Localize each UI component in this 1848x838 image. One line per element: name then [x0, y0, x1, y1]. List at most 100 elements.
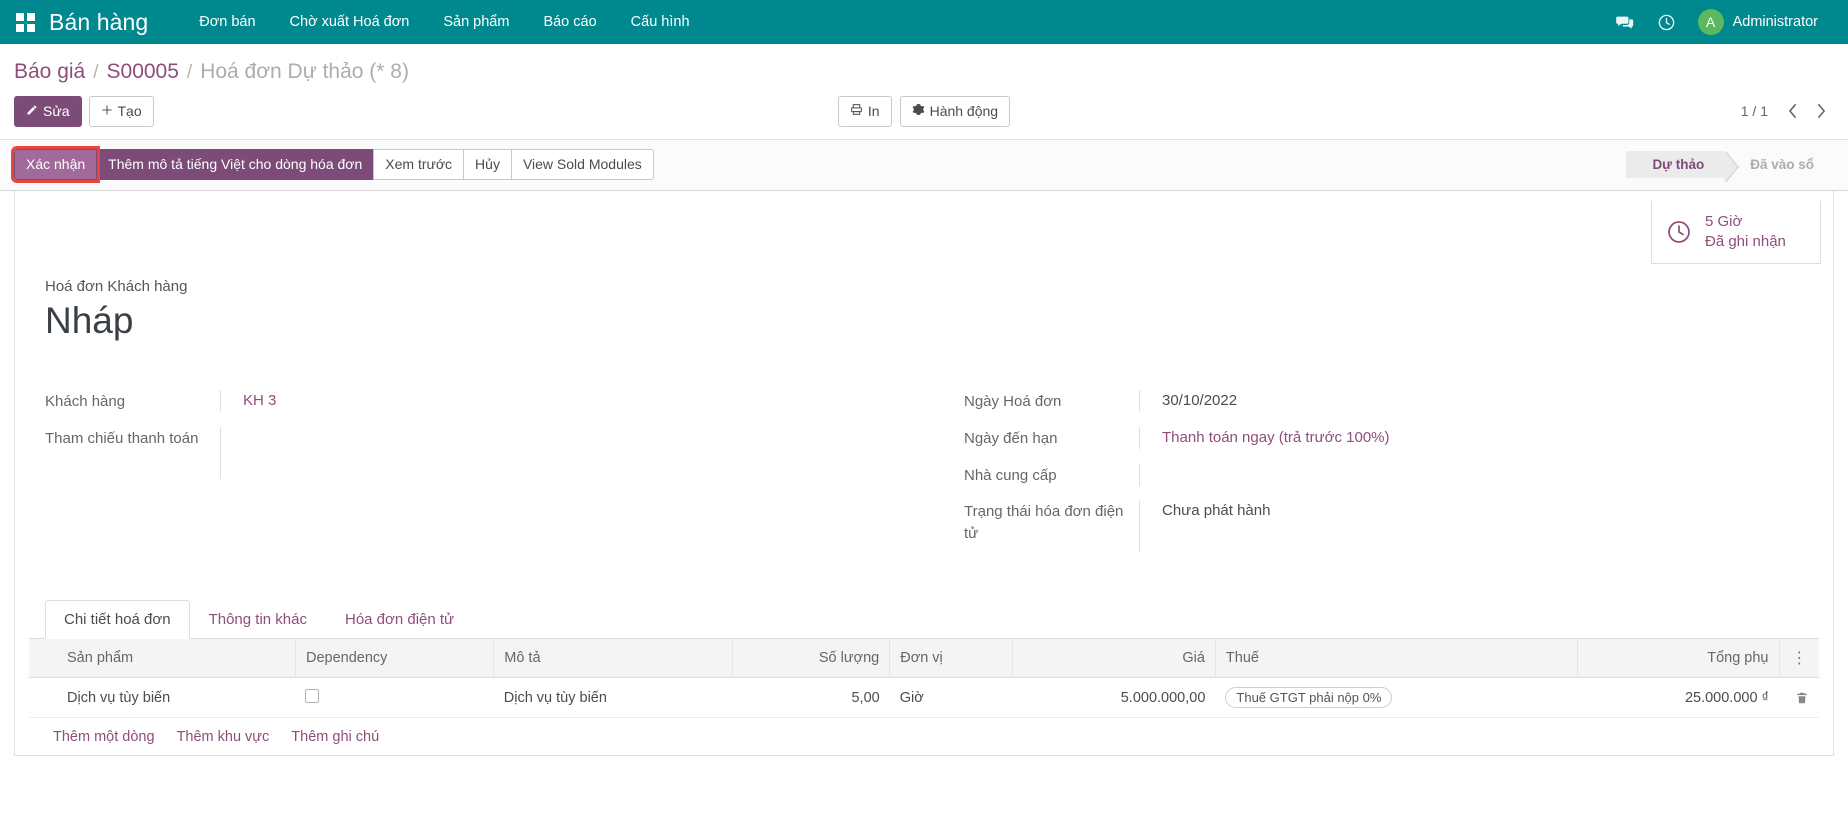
action-button[interactable]: Hành động	[900, 96, 1011, 127]
field-tham-chieu-thanh-toan: Tham chiếu thanh toán	[45, 427, 884, 479]
cell-mo-ta[interactable]: Dịch vụ tùy biến	[494, 678, 732, 718]
nav-menu-cau-hinh[interactable]: Cấu hình	[614, 0, 707, 44]
field-khach-hang: Khách hàng KH 3	[45, 390, 884, 413]
control-panel: Sửa Tạo In Hành động 1 / 1	[0, 96, 1848, 139]
nav-menu-bao-cao[interactable]: Báo cáo	[526, 0, 613, 44]
field-khach-hang-label: Khách hàng	[45, 390, 220, 413]
cell-don-vi[interactable]: Giờ	[890, 678, 1013, 718]
tax-badge: Thuế GTGT phải nộp 0%	[1225, 687, 1392, 708]
notebook-tabs: Chi tiết hoá đơn Thông tin khác Hóa đơn …	[29, 600, 1819, 639]
edit-button-label: Sửa	[43, 102, 70, 121]
vertical-dots-icon[interactable]: ⋮	[1791, 650, 1807, 667]
tab-thong-tin-khac[interactable]: Thông tin khác	[190, 600, 326, 639]
table-header-row: Sản phẩm Dependency Mô tả Số lượng Đơn v…	[29, 639, 1819, 678]
form-sheet: 5 Giờ Đã ghi nhận Hoá đơn Khách hàng Nhá…	[14, 191, 1834, 756]
column-header-so-luong[interactable]: Số lượng	[732, 639, 889, 678]
add-vietnamese-description-button[interactable]: Thêm mô tả tiếng Việt cho dòng hóa đơn	[96, 149, 374, 180]
field-tham-chieu-thanh-toan-value[interactable]	[220, 427, 884, 479]
row-drag-handle[interactable]	[29, 678, 57, 718]
breadcrumb-parent[interactable]: S00005	[107, 60, 179, 84]
document-title-block: Hoá đơn Khách hàng Nháp	[15, 264, 1833, 342]
status-step-posted[interactable]: Đã vào sổ	[1724, 151, 1834, 178]
cell-thue[interactable]: Thuế GTGT phải nộp 0%	[1215, 678, 1577, 718]
dependency-checkbox[interactable]	[305, 689, 319, 703]
view-sold-modules-button[interactable]: View Sold Modules	[511, 149, 654, 180]
column-header-thue[interactable]: Thuế	[1215, 639, 1577, 678]
trash-icon[interactable]	[1789, 691, 1809, 705]
nav-menu-san-pham[interactable]: Sản phẩm	[426, 0, 526, 44]
recorded-hours-text: 5 Giờ Đã ghi nhận	[1705, 212, 1786, 253]
field-ngay-hoa-don-label: Ngày Hoá đơn	[964, 390, 1139, 413]
column-header-dependency[interactable]: Dependency	[295, 639, 493, 678]
pager-previous-button[interactable]	[1779, 98, 1805, 124]
field-ngay-hoa-don: Ngày Hoá đơn 30/10/2022	[964, 390, 1803, 413]
form-area: Khách hàng KH 3 Tham chiếu thanh toán Ng…	[15, 342, 1833, 566]
create-button[interactable]: Tạo	[89, 96, 154, 127]
column-header-san-pham[interactable]: Sản phẩm	[57, 639, 295, 678]
chat-icon[interactable]	[1606, 0, 1644, 44]
confirm-button[interactable]: Xác nhận	[14, 149, 97, 180]
drag-handle-column	[29, 639, 57, 678]
cell-gia[interactable]: 5.000.000,00	[1013, 678, 1216, 718]
field-ngay-den-han-value[interactable]: Thanh toán ngay (trả trước 100%)	[1139, 427, 1803, 449]
field-tham-chieu-thanh-toan-label: Tham chiếu thanh toán	[45, 427, 220, 450]
breadcrumb-current: Hoá đơn Dự thảo (* 8)	[200, 60, 409, 84]
field-nha-cung-cap-label: Nhà cung cấp	[964, 464, 1139, 487]
clock-icon	[1666, 219, 1692, 245]
status-step-draft[interactable]: Dự thảo	[1626, 151, 1724, 178]
gear-icon	[912, 102, 925, 121]
pager: 1 / 1	[1741, 98, 1834, 124]
print-button[interactable]: In	[838, 96, 892, 127]
tab-chi-tiet-hoa-don[interactable]: Chi tiết hoá đơn	[45, 600, 190, 639]
cell-so-luong[interactable]: 5,00	[732, 678, 889, 718]
form-column-right: Ngày Hoá đơn 30/10/2022 Ngày đến hạn Tha…	[924, 390, 1803, 566]
pager-count: 1 / 1	[1741, 103, 1768, 119]
cell-delete[interactable]	[1779, 678, 1819, 718]
add-section-link[interactable]: Thêm khu vực	[177, 729, 270, 745]
column-options-icon[interactable]: ⋮	[1779, 639, 1819, 678]
field-nha-cung-cap-value[interactable]	[1139, 464, 1803, 486]
tab-hoa-don-dien-tu[interactable]: Hóa đơn điện tử	[326, 600, 473, 639]
cancel-button[interactable]: Hủy	[463, 149, 512, 180]
user-menu[interactable]: A Administrator	[1690, 0, 1832, 44]
breadcrumb-separator-2: /	[187, 62, 192, 84]
breadcrumb: Báo giá / S00005 / Hoá đơn Dự thảo (* 8)	[0, 44, 1848, 96]
activity-clock-icon[interactable]	[1648, 0, 1686, 44]
invoice-lines-header: Sản phẩm Dependency Mô tả Số lượng Đơn v…	[29, 639, 1819, 678]
notebook: Chi tiết hoá đơn Thông tin khác Hóa đơn …	[15, 600, 1833, 755]
preview-button[interactable]: Xem trước	[373, 149, 464, 180]
stat-button-row: 5 Giờ Đã ghi nhận	[15, 191, 1833, 265]
field-trang-thai-hoa-don-dien-tu: Trạng thái hóa đơn điện tử Chưa phát hàn…	[964, 500, 1803, 552]
column-header-gia[interactable]: Giá	[1013, 639, 1216, 678]
field-khach-hang-value[interactable]: KH 3	[220, 390, 884, 412]
column-header-mo-ta[interactable]: Mô tả	[494, 639, 732, 678]
cell-san-pham[interactable]: Dịch vụ tùy biến	[57, 678, 295, 718]
table-row[interactable]: Dịch vụ tùy biến Dịch vụ tùy biến 5,00 G…	[29, 678, 1819, 718]
navbar-right: A Administrator	[1606, 0, 1832, 44]
add-line-link[interactable]: Thêm một dòng	[53, 729, 155, 745]
recorded-hours-stat-button[interactable]: 5 Giờ Đã ghi nhận	[1651, 201, 1821, 265]
recorded-hours-value: 5 Giờ	[1705, 213, 1742, 230]
top-navbar: Bán hàng Đơn bán Chờ xuất Hoá đơn Sản ph…	[0, 0, 1848, 44]
field-ngay-hoa-don-value[interactable]: 30/10/2022	[1139, 390, 1803, 412]
recorded-hours-label: Đã ghi nhận	[1705, 233, 1786, 250]
print-button-label: In	[868, 102, 880, 121]
apps-grid-icon[interactable]	[16, 13, 35, 32]
add-line-links: Thêm một dòng Thêm khu vực Thêm ghi chú	[29, 718, 1819, 755]
cell-dependency[interactable]	[295, 678, 493, 718]
invoice-lines-table: Sản phẩm Dependency Mô tả Số lượng Đơn v…	[29, 639, 1819, 718]
form-column-left: Khách hàng KH 3 Tham chiếu thanh toán	[45, 390, 924, 566]
add-note-link[interactable]: Thêm ghi chú	[291, 729, 379, 745]
column-header-don-vi[interactable]: Đơn vị	[890, 639, 1013, 678]
app-brand[interactable]: Bán hàng	[49, 9, 148, 36]
edit-button[interactable]: Sửa	[14, 96, 82, 127]
field-ngay-den-han-label: Ngày đến hạn	[964, 427, 1139, 450]
field-trang-thai-hoa-don-dien-tu-value: Chưa phát hành	[1139, 500, 1803, 552]
status-steps: Dự thảo Đã vào sổ	[1626, 151, 1834, 178]
sheet-wrapper: 5 Giờ Đã ghi nhận Hoá đơn Khách hàng Nhá…	[0, 191, 1848, 756]
nav-menu-don-ban[interactable]: Đơn bán	[182, 0, 272, 44]
breadcrumb-root[interactable]: Báo giá	[14, 60, 85, 84]
column-header-tong-phu[interactable]: Tổng phụ	[1577, 639, 1779, 678]
nav-menu-cho-xuat-hoa-don[interactable]: Chờ xuất Hoá đơn	[273, 0, 427, 44]
pager-next-button[interactable]	[1808, 98, 1834, 124]
